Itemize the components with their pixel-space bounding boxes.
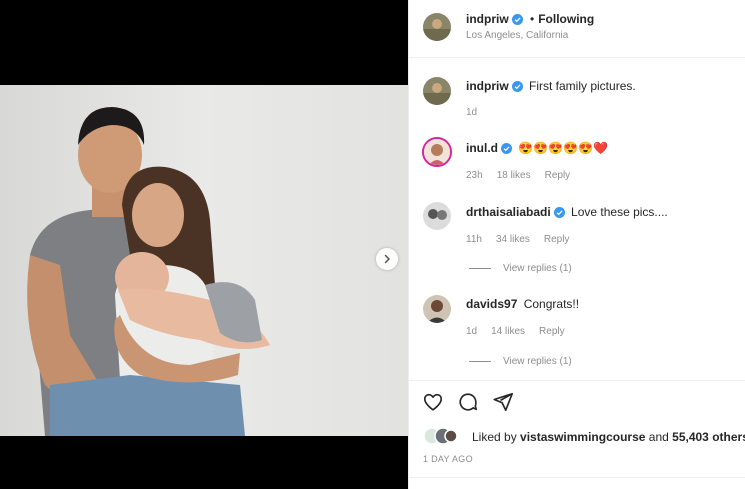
comment-avatar[interactable] — [423, 202, 451, 230]
comment-text: 😍😍😍😍😍❤️ — [518, 141, 608, 155]
verified-badge-icon — [553, 207, 565, 218]
caption-avatar[interactable] — [423, 77, 451, 105]
media-viewer — [0, 0, 408, 489]
comment-username[interactable]: davids97 — [466, 297, 517, 311]
liked-by-avatar-stack — [423, 427, 458, 445]
comment-age[interactable]: 23h — [466, 170, 483, 181]
view-replies-label: View replies (1) — [503, 263, 572, 274]
verified-badge-icon — [511, 14, 523, 25]
likes-user[interactable]: vistaswimmingcourse — [520, 430, 645, 444]
share-button[interactable] — [492, 391, 514, 418]
comment-avatar-image — [423, 202, 451, 230]
comment-row: inul.d 😍😍😍😍😍❤️ — [466, 141, 608, 155]
caption-age[interactable]: 1d — [466, 107, 477, 118]
likes-summary: Liked by vistaswimmingcourse and 55,403 … — [472, 430, 745, 444]
share-icon — [493, 392, 513, 412]
caption-row: indpriw First family pictures. — [466, 79, 636, 93]
like-button[interactable] — [422, 391, 444, 418]
comment-button[interactable] — [457, 391, 479, 418]
author-avatar[interactable] — [423, 13, 451, 41]
post-location[interactable]: Los Angeles, California — [466, 30, 568, 41]
header-dot: • — [530, 12, 535, 26]
comment-avatar[interactable] — [422, 137, 452, 167]
comment-text: Love these pics.... — [571, 205, 668, 219]
family-photo-image — [0, 85, 408, 436]
post-panel: indpriw • Following Los Angeles, Californ… — [408, 0, 745, 489]
view-replies-line — [469, 361, 491, 362]
comment-row: davids97 Congrats!! — [466, 297, 579, 311]
comment-text: Congrats!! — [523, 297, 580, 311]
caption-text: First family pictures. — [529, 79, 636, 93]
post-header: indpriw • Following — [466, 12, 594, 26]
comment-row: drthaisaliabadi Love these pics.... — [466, 205, 668, 219]
verified-badge-icon — [511, 81, 523, 92]
reply-button[interactable]: Reply — [544, 234, 570, 245]
likes-and: and — [648, 430, 669, 444]
author-username[interactable]: indpriw — [466, 12, 509, 26]
following-button[interactable]: Following — [538, 12, 594, 26]
next-photo-button[interactable] — [376, 248, 398, 270]
comment-username[interactable]: inul.d — [466, 141, 498, 155]
comment-age[interactable]: 1d — [466, 326, 477, 337]
comment-avatar-image — [424, 139, 450, 165]
comment-age[interactable]: 11h — [466, 234, 482, 245]
comment-avatar[interactable] — [423, 295, 451, 323]
caption-avatar-image — [423, 77, 451, 105]
likes-others[interactable]: 55,403 others — [672, 430, 745, 444]
verified-badge-icon — [501, 143, 512, 154]
comment-meta: 23h 18 likes Reply — [466, 170, 584, 181]
heart-icon — [423, 393, 443, 411]
caption-username[interactable]: indpriw — [466, 79, 509, 93]
post-photo[interactable] — [0, 85, 408, 436]
author-avatar-image — [423, 13, 451, 41]
caption-meta: 1d — [466, 107, 491, 118]
comment-avatar-image — [423, 295, 451, 323]
view-replies-line — [469, 268, 491, 269]
header-divider — [409, 57, 745, 58]
liked-by-avatars[interactable] — [423, 427, 458, 445]
actions-divider — [409, 380, 745, 381]
comment-icon — [459, 393, 478, 411]
footer-divider — [409, 477, 745, 478]
comment-username[interactable]: drthaisaliabadi — [466, 205, 551, 219]
comment-meta: 1d 14 likes Reply — [466, 326, 579, 337]
reply-button[interactable]: Reply — [539, 326, 565, 337]
view-replies-label: View replies (1) — [503, 356, 572, 367]
view-replies-button[interactable]: View replies (1) — [469, 356, 572, 367]
comment-likes[interactable]: 34 likes — [496, 234, 530, 245]
chevron-right-icon — [384, 254, 390, 264]
reply-button[interactable]: Reply — [545, 170, 571, 181]
comment-meta: 11h 34 likes Reply — [466, 234, 583, 245]
post-timestamp[interactable]: 1 DAY AGO — [423, 454, 473, 464]
comment-likes[interactable]: 14 likes — [491, 326, 525, 337]
view-replies-button[interactable]: View replies (1) — [469, 263, 572, 274]
likes-prefix: Liked by — [472, 430, 517, 444]
comment-likes[interactable]: 18 likes — [497, 170, 531, 181]
